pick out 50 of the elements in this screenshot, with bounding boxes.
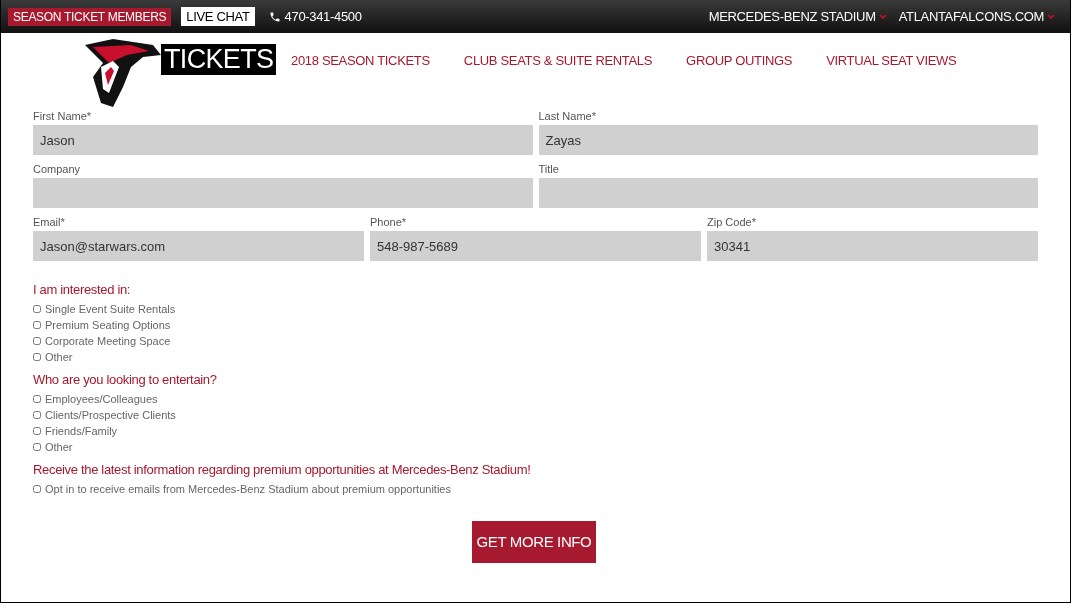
input-field[interactable]: Jason	[33, 125, 533, 155]
checkbox-label: Employees/Colleagues	[45, 391, 158, 407]
checkbox[interactable]	[33, 337, 41, 345]
nav-link[interactable]: CLUB SEATS & SUITE RENTALS	[463, 51, 653, 71]
checkbox[interactable]	[33, 485, 41, 493]
top-nav-link[interactable]: ATLANTAFALCONS.COM	[898, 6, 1044, 27]
checkbox-label: Other	[45, 439, 73, 455]
input-field[interactable]: Jason@starwars.com	[33, 231, 364, 261]
chevron-down-icon	[1047, 13, 1055, 20]
field-label: Phone*	[370, 215, 408, 230]
season-ticket-members-link[interactable]: SEASON TICKET MEMBERS	[8, 7, 172, 26]
field-label: Last Name*	[538, 109, 597, 124]
input-field[interactable]	[33, 178, 533, 208]
section-heading: Receive the latest information regarding premium opportunities at Mercedes-Benz Stadium!	[33, 461, 532, 479]
checkbox-label: Opt in to receive emails from Mercedes-Benz Stadium about premium opportunities	[45, 481, 451, 497]
nav-link[interactable]: 2018 SEASON TICKETS	[291, 51, 430, 71]
tickets-logo-text[interactable]: TICKETS	[161, 44, 277, 75]
checkbox[interactable]	[33, 353, 41, 361]
chevron-down-icon	[878, 13, 887, 20]
section-heading: I am interested in:	[33, 281, 132, 299]
bird-logo-icon	[83, 37, 163, 109]
phone-icon	[268, 10, 281, 23]
checkbox[interactable]	[33, 427, 41, 435]
checkbox[interactable]	[33, 305, 41, 313]
field-label: Zip Code*	[707, 215, 757, 230]
checkbox[interactable]	[33, 411, 41, 419]
checkbox-label: Single Event Suite Rentals	[45, 301, 176, 317]
top-nav-link[interactable]: MERCEDES-BENZ STADIUM	[708, 6, 876, 27]
nav-link[interactable]: GROUP OUTINGS	[686, 51, 793, 71]
field-label: Email*	[33, 215, 66, 230]
section-heading: Who are you looking to entertain?	[33, 371, 218, 389]
live-chat-button[interactable]: LIVE CHAT	[181, 7, 255, 26]
field-label: Company	[33, 162, 82, 177]
field-label: First Name*	[33, 109, 93, 124]
input-field[interactable]: Zayas	[538, 125, 1038, 155]
nav-link[interactable]: VIRTUAL SEAT VIEWS	[826, 51, 957, 71]
input-field[interactable]: 30341	[707, 231, 1038, 261]
checkbox[interactable]	[33, 443, 41, 451]
field-label: Title	[538, 162, 560, 177]
checkbox[interactable]	[33, 321, 41, 329]
checkbox-label: Friends/Family	[45, 423, 118, 439]
phone-number[interactable]: 470-341-4500	[284, 6, 362, 27]
checkbox[interactable]	[33, 395, 41, 403]
input-field[interactable]: 548-987-5689	[370, 231, 701, 261]
checkbox-label: Clients/Prospective Clients	[45, 407, 176, 423]
input-field[interactable]	[538, 178, 1038, 208]
checkbox-label: Other	[45, 349, 73, 365]
get-more-info-button[interactable]: GET MORE INFO	[472, 521, 596, 563]
checkbox-label: Corporate Meeting Space	[45, 333, 171, 349]
checkbox-label: Premium Seating Options	[45, 317, 171, 333]
